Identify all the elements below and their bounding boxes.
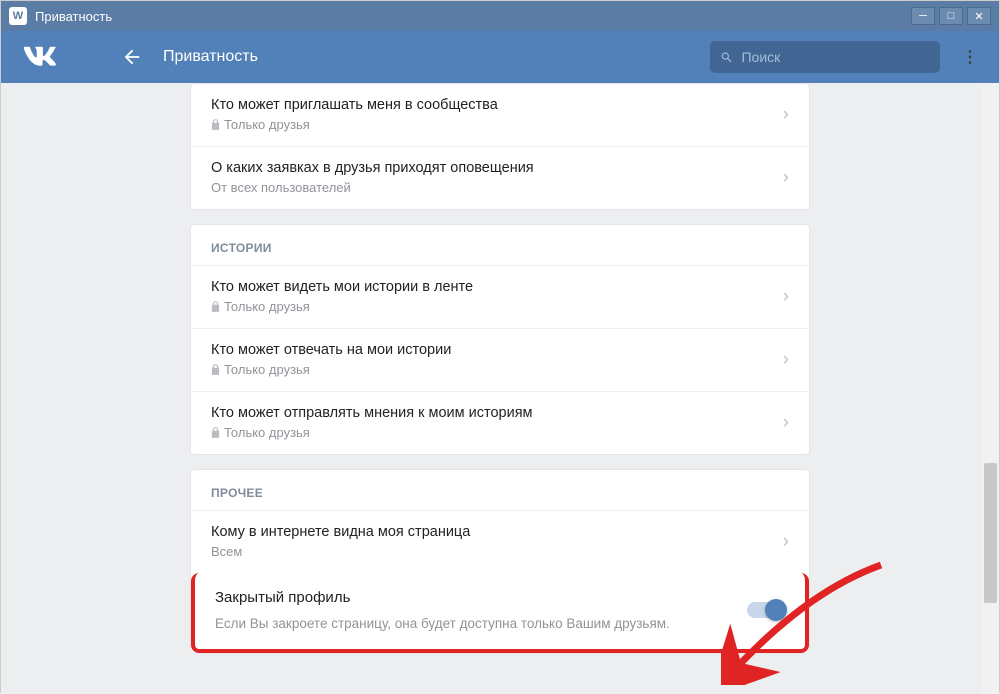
row-value: Только друзья xyxy=(211,299,783,314)
content-area: Кто может приглашать меня в сообщества Т… xyxy=(1,83,999,694)
row-title: Кто может отвечать на мои истории xyxy=(211,342,783,358)
row-value: Только друзья xyxy=(211,362,783,377)
row-title: Закрытый профиль xyxy=(215,589,747,606)
row-stories-visible[interactable]: Кто может видеть мои истории в ленте Тол… xyxy=(191,265,809,328)
settings-group-general: Кто может приглашать меня в сообщества Т… xyxy=(190,83,810,210)
row-invite-communities[interactable]: Кто может приглашать меня в сообщества Т… xyxy=(191,84,809,146)
window-minimize-button[interactable]: ─ xyxy=(911,7,935,25)
chevron-right-icon: › xyxy=(783,531,789,553)
row-title: Кому в интернете видна моя страница xyxy=(211,524,783,540)
group-header: ИСТОРИИ xyxy=(191,225,809,265)
row-title: Кто может приглашать меня в сообщества xyxy=(211,97,783,113)
app-header: Приватность ⋮ xyxy=(1,31,999,83)
lock-icon xyxy=(211,427,220,438)
back-button[interactable] xyxy=(121,46,143,68)
window-titlebar: W Приватность ─ □ ✕ xyxy=(1,1,999,31)
vk-logo-icon[interactable] xyxy=(21,46,121,68)
lock-icon xyxy=(211,364,220,375)
search-icon xyxy=(720,50,733,65)
chevron-right-icon: › xyxy=(783,412,789,434)
chevron-right-icon: › xyxy=(783,167,789,189)
chevron-right-icon: › xyxy=(783,349,789,371)
row-stories-opinions[interactable]: Кто может отправлять мнения к моим истор… xyxy=(191,391,809,454)
row-value: Только друзья xyxy=(211,117,783,132)
scrollbar-thumb[interactable] xyxy=(984,463,997,603)
settings-group-other: ПРОЧЕЕ Кому в интернете видна моя страни… xyxy=(190,469,810,654)
closed-profile-toggle[interactable] xyxy=(747,602,785,618)
group-header: ПРОЧЕЕ xyxy=(191,470,809,510)
row-title: Кто может отправлять мнения к моим истор… xyxy=(211,405,783,421)
chevron-right-icon: › xyxy=(783,286,789,308)
row-title: Кто может видеть мои истории в ленте xyxy=(211,279,783,295)
page-title: Приватность xyxy=(163,48,710,66)
window-close-button[interactable]: ✕ xyxy=(967,7,991,25)
window-title: Приватность xyxy=(35,9,112,24)
row-value: Всем xyxy=(211,544,783,559)
row-friend-request-notify[interactable]: О каких заявках в друзья приходят оповещ… xyxy=(191,146,809,209)
row-value: Только друзья xyxy=(211,425,783,440)
vk-mini-logo-icon: W xyxy=(9,7,27,25)
row-closed-profile[interactable]: Закрытый профиль Если Вы закроете страни… xyxy=(191,573,809,653)
lock-icon xyxy=(211,301,220,312)
chevron-right-icon: › xyxy=(783,104,789,126)
row-title: О каких заявках в друзья приходят оповещ… xyxy=(211,160,783,176)
row-stories-reply[interactable]: Кто может отвечать на мои истории Только… xyxy=(191,328,809,391)
row-description: Если Вы закроете страницу, она будет дос… xyxy=(215,616,747,631)
search-field[interactable] xyxy=(710,41,940,73)
menu-dots-icon[interactable]: ⋮ xyxy=(962,47,979,67)
search-input[interactable] xyxy=(741,49,930,65)
row-value: От всех пользователей xyxy=(211,180,783,195)
lock-icon xyxy=(211,119,220,130)
settings-group-stories: ИСТОРИИ Кто может видеть мои истории в л… xyxy=(190,224,810,455)
scrollbar[interactable] xyxy=(982,83,999,694)
window-maximize-button[interactable]: □ xyxy=(939,7,963,25)
toggle-knob xyxy=(765,599,787,621)
row-page-visibility[interactable]: Кому в интернете видна моя страница Всем… xyxy=(191,510,809,573)
